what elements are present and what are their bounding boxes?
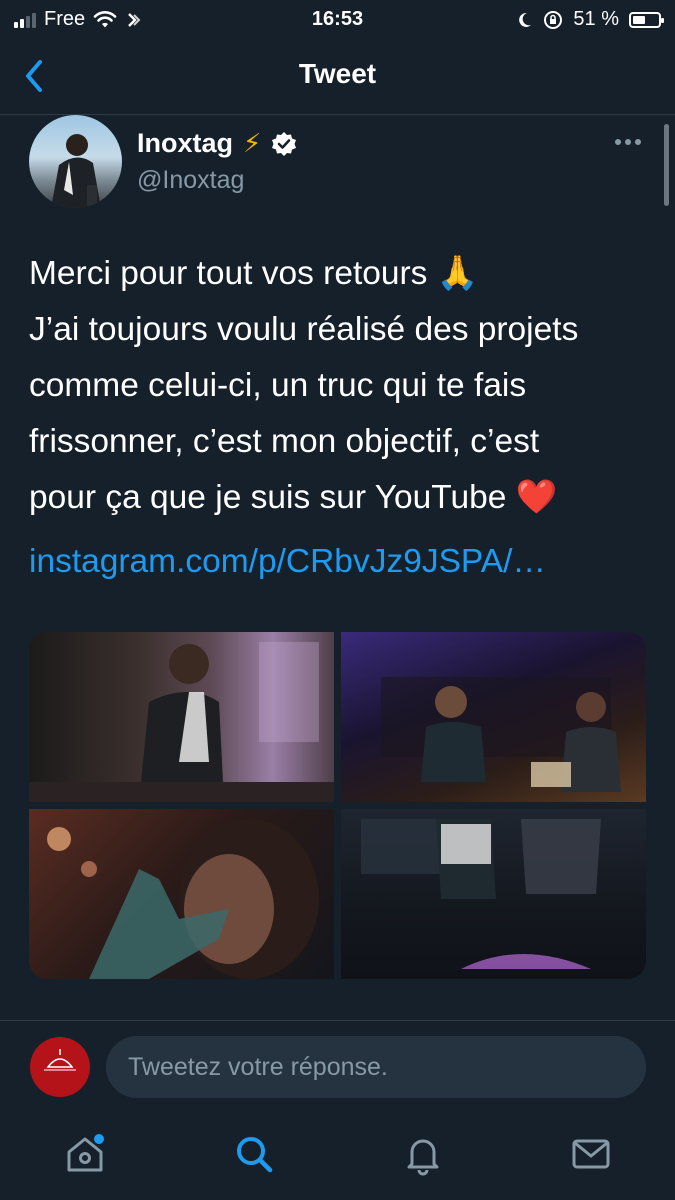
photo-content xyxy=(381,677,621,792)
lightning-emoji: ⚡ xyxy=(243,128,262,158)
avatar-photo xyxy=(51,134,101,208)
reply-input[interactable]: Tweetez votre réponse. xyxy=(106,1036,646,1098)
media-image-1[interactable] xyxy=(29,632,334,802)
moon-icon xyxy=(519,12,532,27)
battery-fill xyxy=(633,15,645,24)
mail-icon[interactable] xyxy=(569,1132,613,1176)
photo-content xyxy=(29,642,334,802)
media-grid xyxy=(29,632,646,979)
notification-dot xyxy=(94,1134,104,1144)
bell-icon[interactable] xyxy=(401,1132,445,1176)
photo-content xyxy=(361,819,601,969)
page-title: Tweet xyxy=(298,58,377,89)
reply-placeholder: Tweetez votre réponse. xyxy=(128,1053,388,1081)
media-image-2[interactable] xyxy=(341,632,646,802)
divider xyxy=(0,1020,675,1021)
nav-bar: Tweet xyxy=(0,40,675,115)
tweet-line: J’ai toujours voulu réalisé des projets xyxy=(29,311,579,348)
status-right: 51 % xyxy=(515,8,664,31)
tweet-line: frissonner, c’est mon objectif, c’est xyxy=(29,423,540,460)
status-bar: Free 16:53 51 % xyxy=(0,0,675,40)
tweet-line: comme celui-ci, un truc qui te fais xyxy=(29,367,527,404)
search-icon[interactable] xyxy=(232,1132,276,1176)
rotation-lock-icon xyxy=(544,10,563,29)
user-avatar[interactable] xyxy=(30,1037,90,1097)
home-icon[interactable] xyxy=(63,1132,107,1176)
author-handle[interactable]: @Inoxtag xyxy=(137,166,244,195)
author-avatar[interactable] xyxy=(29,115,122,208)
tweet-line: pour ça que je suis sur YouTube ❤️ xyxy=(29,479,558,516)
scrollbar[interactable] xyxy=(664,124,669,206)
media-image-3[interactable] xyxy=(29,809,334,979)
battery-percent: 51 % xyxy=(573,8,619,30)
verified-badge-icon xyxy=(272,131,297,156)
tweet-line: Merci pour tout vos retours 🙏 xyxy=(29,255,479,292)
more-options-icon[interactable] xyxy=(612,132,644,152)
battery-icon xyxy=(629,11,664,28)
media-image-4[interactable] xyxy=(341,809,646,979)
author-name[interactable]: Inoxtag xyxy=(137,128,233,159)
tweet-text: Merci pour tout vos retours 🙏 J’ai toujo… xyxy=(29,246,654,526)
photo-content xyxy=(47,819,319,979)
tab-bar xyxy=(0,1112,675,1200)
avatar-logo xyxy=(44,1049,76,1071)
author-name-row[interactable]: Inoxtag ⚡ xyxy=(137,128,297,159)
tweet-link[interactable]: instagram.com/p/CRbvJz9JSPA/… xyxy=(29,543,546,581)
